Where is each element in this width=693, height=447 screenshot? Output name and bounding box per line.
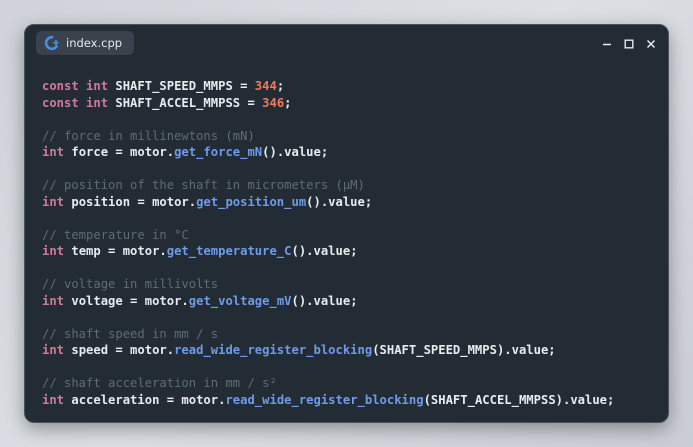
punctuation-token: ().value;: [291, 244, 358, 258]
window-controls: [598, 35, 660, 53]
identifier-token: voltage = motor.: [64, 293, 189, 308]
function-token: get_temperature_C: [166, 244, 292, 258]
punctuation-token: [79, 96, 86, 110]
keyword-token: const: [42, 79, 79, 93]
identifier-token: force = motor.: [64, 145, 175, 159]
keyword-token: int: [86, 79, 109, 93]
title-bar: index.cpp: [25, 25, 668, 63]
code-line: const int SHAFT_ACCEL_MMPSS = 346;: [42, 95, 658, 112]
file-tab[interactable]: index.cpp: [36, 31, 135, 55]
comment-token: // force in millinewtons (mN): [42, 128, 255, 143]
identifier-token: acceleration = motor.: [64, 392, 226, 407]
number-token: 344: [254, 79, 277, 93]
code-line: // shaft acceleration in mm / s²: [42, 375, 658, 392]
code-line: // force in millinewtons (mN): [42, 128, 658, 145]
comment-token: // voltage in millivolts: [42, 277, 219, 291]
function-token: get_voltage_mV: [188, 293, 292, 308]
keyword-token: int: [42, 343, 65, 357]
comment-token: // position of the shaft in micrometers …: [42, 178, 365, 192]
code-line: int acceleration = motor.read_wide_regis…: [42, 392, 658, 409]
code-editor[interactable]: const int SHAFT_SPEED_MMPS = 344; const i…: [42, 78, 658, 408]
function-token: read_wide_register_blocking: [225, 392, 424, 407]
number-token: 346: [262, 95, 285, 110]
code-line: // shaft speed in mm / s: [42, 326, 658, 343]
code-line: const int SHAFT_SPEED_MMPS = 344;: [42, 78, 658, 95]
keyword-token: int: [42, 244, 65, 258]
identifier-token: temp = motor.: [64, 244, 167, 258]
punctuation-token: (SHAFT_SPEED_MMPS).value;: [372, 343, 556, 357]
punctuation-token: (SHAFT_ACCEL_MMPSS).value;: [423, 392, 615, 407]
comment-token: // temperature in °C: [42, 227, 189, 242]
code-window: index.cpp const int SHAFT_SPEED_MMPS = 3…: [24, 24, 669, 423]
minimize-icon[interactable]: [598, 35, 616, 53]
code-line: // voltage in millivolts: [42, 276, 658, 293]
identifier-token: SHAFT_SPEED_MMPS =: [108, 79, 255, 93]
identifier-token: speed = motor.: [64, 343, 175, 357]
maximize-icon[interactable]: [620, 35, 638, 53]
keyword-token: int: [42, 194, 65, 209]
keyword-token: int: [86, 95, 109, 110]
code-line: int speed = motor.read_wide_register_blo…: [42, 342, 658, 359]
punctuation-token: ;: [276, 79, 285, 93]
close-icon[interactable]: [642, 35, 660, 53]
punctuation-token: ().value;: [262, 145, 329, 159]
cpp-file-icon: [44, 35, 59, 51]
identifier-token: SHAFT_ACCEL_MMPSS =: [108, 95, 263, 110]
comment-token: // shaft acceleration in mm / s²: [42, 376, 277, 390]
punctuation-token: ().value;: [291, 293, 358, 308]
keyword-token: int: [42, 392, 65, 407]
punctuation-token: ().value;: [306, 194, 373, 209]
code-line: int position = motor.get_position_um().v…: [42, 194, 658, 211]
function-token: get_force_mN: [174, 145, 263, 159]
tab-title: index.cpp: [66, 36, 123, 50]
code-line: // position of the shaft in micrometers …: [42, 177, 658, 194]
code-line: int temp = motor.get_temperature_C().val…: [42, 243, 658, 260]
keyword-token: int: [42, 293, 65, 308]
comment-token: // shaft speed in mm / s: [42, 326, 219, 341]
code-line: // temperature in °C: [42, 227, 658, 244]
keyword-token: const: [42, 95, 79, 110]
punctuation-token: ;: [284, 95, 292, 110]
function-token: get_position_um: [196, 194, 307, 209]
code-line: int force = motor.get_force_mN().value;: [42, 144, 658, 161]
function-token: read_wide_register_blocking: [174, 343, 373, 357]
identifier-token: position = motor.: [64, 194, 197, 209]
keyword-token: int: [42, 145, 65, 159]
punctuation-token: [79, 79, 86, 93]
code-line: int voltage = motor.get_voltage_mV().val…: [42, 293, 658, 310]
